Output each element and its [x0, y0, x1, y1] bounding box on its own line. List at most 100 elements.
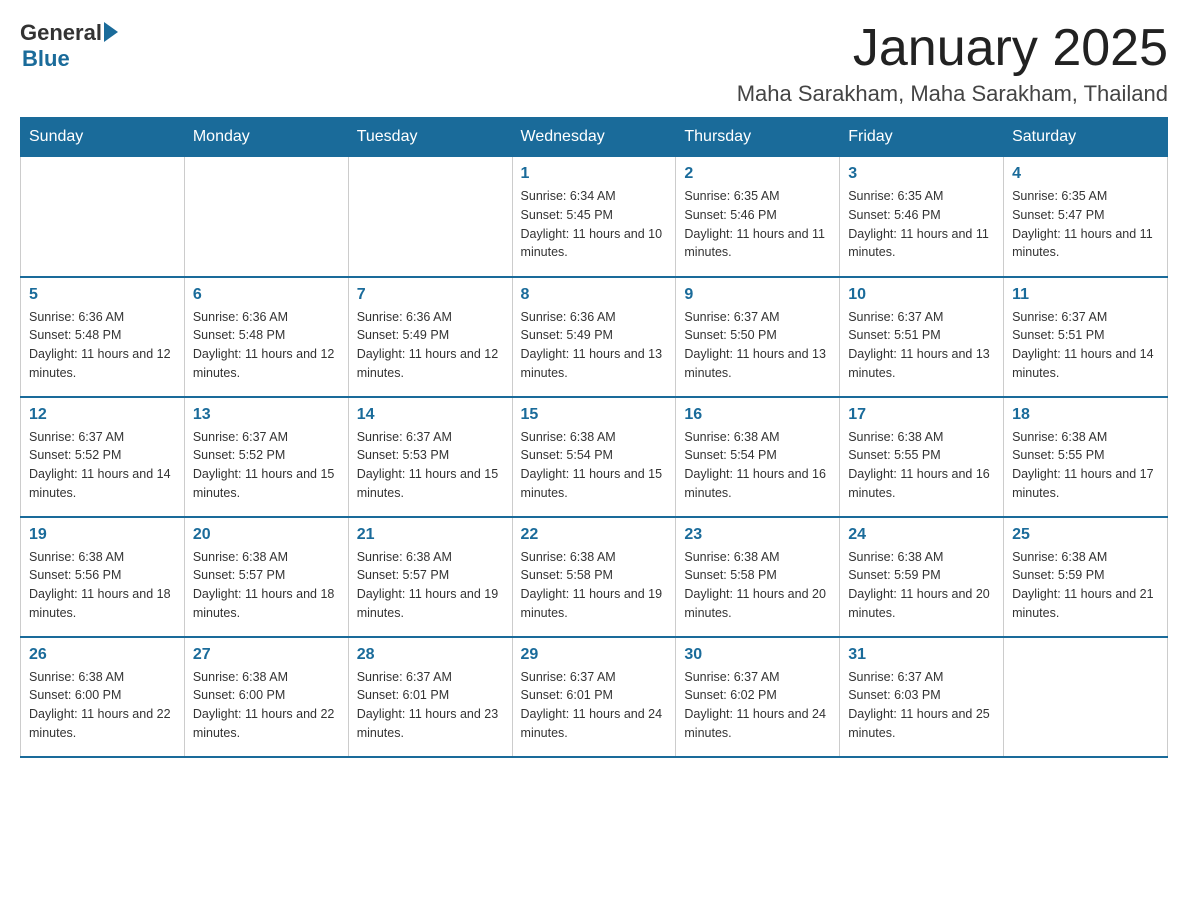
calendar-cell: 30Sunrise: 6:37 AM Sunset: 6:02 PM Dayli…: [676, 637, 840, 757]
day-number: 17: [848, 406, 995, 424]
day-info: Sunrise: 6:37 AM Sunset: 5:50 PM Dayligh…: [684, 308, 831, 383]
day-number: 8: [521, 286, 668, 304]
calendar-cell: [184, 157, 348, 277]
day-number: 23: [684, 526, 831, 544]
day-info: Sunrise: 6:36 AM Sunset: 5:49 PM Dayligh…: [521, 308, 668, 383]
day-info: Sunrise: 6:38 AM Sunset: 5:56 PM Dayligh…: [29, 548, 176, 623]
calendar-cell: 17Sunrise: 6:38 AM Sunset: 5:55 PM Dayli…: [840, 397, 1004, 517]
header-saturday: Saturday: [1004, 118, 1168, 157]
header-thursday: Thursday: [676, 118, 840, 157]
calendar-cell: 5 Sunrise: 6:36 AM Sunset: 5:48 PM Daylig…: [21, 277, 185, 397]
calendar-cell: 8 Sunrise: 6:36 AM Sunset: 5:49 PM Daylig…: [512, 277, 676, 397]
day-number: 30: [684, 646, 831, 664]
page-header: General Blue January 2025 Maha Sarakham,…: [20, 20, 1168, 107]
calendar-week-1: 1Sunrise: 6:34 AM Sunset: 5:45 PM Daylig…: [21, 157, 1168, 277]
day-number: 13: [193, 406, 340, 424]
day-info: Sunrise: 6:34 AM Sunset: 5:45 PM Dayligh…: [521, 187, 668, 262]
calendar-cell: 18 Sunrise: 6:38 AM Sunset: 5:55 PM Dayli…: [1004, 397, 1168, 517]
calendar-cell: 11 Sunrise: 6:37 AM Sunset: 5:51 PM Dayli…: [1004, 277, 1168, 397]
calendar-cell: 20 Sunrise: 6:38 AM Sunset: 5:57 PM Dayli…: [184, 517, 348, 637]
day-info: Sunrise: 6:36 AM Sunset: 5:48 PM Dayligh…: [193, 308, 340, 383]
calendar-header-row: SundayMondayTuesdayWednesdayThursdayFrid…: [21, 118, 1168, 157]
header-sunday: Sunday: [21, 118, 185, 157]
title-section: January 2025 Maha Sarakham, Maha Sarakha…: [737, 20, 1168, 107]
calendar-cell: 19 Sunrise: 6:38 AM Sunset: 5:56 PM Dayli…: [21, 517, 185, 637]
day-number: 10: [848, 286, 995, 304]
day-number: 22: [521, 526, 668, 544]
day-info: Sunrise: 6:37 AM Sunset: 6:01 PM Dayligh…: [357, 668, 504, 743]
calendar-cell: 3 Sunrise: 6:35 AM Sunset: 5:46 PM Daylig…: [840, 157, 1004, 277]
day-number: 12: [29, 406, 176, 424]
calendar-cell: [348, 157, 512, 277]
day-number: 5: [29, 286, 176, 304]
day-number: 27: [193, 646, 340, 664]
calendar-cell: 26 Sunrise: 6:38 AM Sunset: 6:00 PM Dayli…: [21, 637, 185, 757]
calendar-cell: 9 Sunrise: 6:37 AM Sunset: 5:50 PM Daylig…: [676, 277, 840, 397]
day-info: Sunrise: 6:38 AM Sunset: 5:58 PM Dayligh…: [521, 548, 668, 623]
calendar-table: SundayMondayTuesdayWednesdayThursdayFrid…: [20, 117, 1168, 758]
day-number: 29: [521, 646, 668, 664]
day-number: 3: [848, 165, 995, 183]
calendar-cell: 25 Sunrise: 6:38 AM Sunset: 5:59 PM Dayli…: [1004, 517, 1168, 637]
day-info: Sunrise: 6:37 AM Sunset: 5:51 PM Dayligh…: [848, 308, 995, 383]
calendar-cell: [1004, 637, 1168, 757]
calendar-week-4: 19 Sunrise: 6:38 AM Sunset: 5:56 PM Dayli…: [21, 517, 1168, 637]
day-info: Sunrise: 6:36 AM Sunset: 5:49 PM Dayligh…: [357, 308, 504, 383]
calendar-cell: 10 Sunrise: 6:37 AM Sunset: 5:51 PM Dayli…: [840, 277, 1004, 397]
day-info: Sunrise: 6:37 AM Sunset: 5:53 PM Dayligh…: [357, 428, 504, 503]
day-info: Sunrise: 6:38 AM Sunset: 5:59 PM Dayligh…: [1012, 548, 1159, 623]
calendar-cell: 4 Sunrise: 6:35 AM Sunset: 5:47 PM Daylig…: [1004, 157, 1168, 277]
calendar-cell: 27 Sunrise: 6:38 AM Sunset: 6:00 PM Dayli…: [184, 637, 348, 757]
day-info: Sunrise: 6:38 AM Sunset: 5:54 PM Dayligh…: [684, 428, 831, 503]
day-info: Sunrise: 6:35 AM Sunset: 5:46 PM Dayligh…: [848, 187, 995, 262]
day-info: Sunrise: 6:38 AM Sunset: 6:00 PM Dayligh…: [29, 668, 176, 743]
day-info: Sunrise: 6:38 AM Sunset: 5:57 PM Dayligh…: [193, 548, 340, 623]
calendar-week-3: 12 Sunrise: 6:37 AM Sunset: 5:52 PM Dayli…: [21, 397, 1168, 517]
calendar-cell: 12 Sunrise: 6:37 AM Sunset: 5:52 PM Dayli…: [21, 397, 185, 517]
day-number: 24: [848, 526, 995, 544]
header-friday: Friday: [840, 118, 1004, 157]
day-info: Sunrise: 6:37 AM Sunset: 5:52 PM Dayligh…: [29, 428, 176, 503]
calendar-cell: 1Sunrise: 6:34 AM Sunset: 5:45 PM Daylig…: [512, 157, 676, 277]
calendar-cell: 2 Sunrise: 6:35 AM Sunset: 5:46 PM Daylig…: [676, 157, 840, 277]
day-number: 28: [357, 646, 504, 664]
day-number: 15: [521, 406, 668, 424]
day-number: 16: [684, 406, 831, 424]
calendar-cell: 14 Sunrise: 6:37 AM Sunset: 5:53 PM Dayli…: [348, 397, 512, 517]
logo-arrow-icon: [104, 22, 118, 42]
day-info: Sunrise: 6:38 AM Sunset: 6:00 PM Dayligh…: [193, 668, 340, 743]
calendar-cell: 23 Sunrise: 6:38 AM Sunset: 5:58 PM Dayli…: [676, 517, 840, 637]
day-number: 20: [193, 526, 340, 544]
calendar-cell: 6Sunrise: 6:36 AM Sunset: 5:48 PM Daylig…: [184, 277, 348, 397]
day-info: Sunrise: 6:37 AM Sunset: 5:52 PM Dayligh…: [193, 428, 340, 503]
day-number: 25: [1012, 526, 1159, 544]
day-info: Sunrise: 6:35 AM Sunset: 5:47 PM Dayligh…: [1012, 187, 1159, 262]
day-number: 14: [357, 406, 504, 424]
header-wednesday: Wednesday: [512, 118, 676, 157]
logo: General Blue: [20, 20, 118, 72]
day-number: 11: [1012, 286, 1159, 304]
calendar-cell: 22 Sunrise: 6:38 AM Sunset: 5:58 PM Dayli…: [512, 517, 676, 637]
day-info: Sunrise: 6:38 AM Sunset: 5:55 PM Dayligh…: [1012, 428, 1159, 503]
day-number: 4: [1012, 165, 1159, 183]
day-number: 18: [1012, 406, 1159, 424]
day-number: 2: [684, 165, 831, 183]
day-number: 19: [29, 526, 176, 544]
day-number: 9: [684, 286, 831, 304]
calendar-week-5: 26 Sunrise: 6:38 AM Sunset: 6:00 PM Dayli…: [21, 637, 1168, 757]
day-info: Sunrise: 6:38 AM Sunset: 5:59 PM Dayligh…: [848, 548, 995, 623]
day-info: Sunrise: 6:38 AM Sunset: 5:58 PM Dayligh…: [684, 548, 831, 623]
day-number: 21: [357, 526, 504, 544]
day-info: Sunrise: 6:36 AM Sunset: 5:48 PM Dayligh…: [29, 308, 176, 383]
day-info: Sunrise: 6:37 AM Sunset: 5:51 PM Dayligh…: [1012, 308, 1159, 383]
month-title: January 2025: [737, 20, 1168, 77]
day-number: 7: [357, 286, 504, 304]
calendar-cell: 28 Sunrise: 6:37 AM Sunset: 6:01 PM Dayli…: [348, 637, 512, 757]
logo-blue-text: Blue: [22, 46, 70, 72]
calendar-cell: 21Sunrise: 6:38 AM Sunset: 5:57 PM Dayli…: [348, 517, 512, 637]
calendar-cell: 13 Sunrise: 6:37 AM Sunset: 5:52 PM Dayli…: [184, 397, 348, 517]
day-info: Sunrise: 6:37 AM Sunset: 6:03 PM Dayligh…: [848, 668, 995, 743]
day-number: 26: [29, 646, 176, 664]
calendar-cell: 16 Sunrise: 6:38 AM Sunset: 5:54 PM Dayli…: [676, 397, 840, 517]
day-info: Sunrise: 6:35 AM Sunset: 5:46 PM Dayligh…: [684, 187, 831, 262]
